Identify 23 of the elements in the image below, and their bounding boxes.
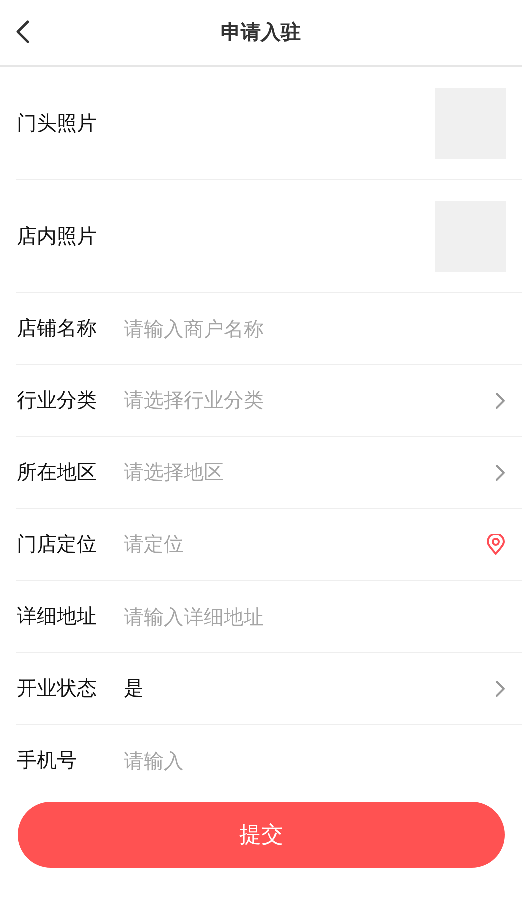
field-label: 门头照片 (17, 110, 98, 136)
input-field[interactable]: 请输入详细地址 (124, 604, 506, 628)
field-label: 详细地址 (17, 603, 98, 630)
field-label: 开业状态 (17, 675, 98, 702)
select-field[interactable]: 请选择行业分类 (124, 387, 495, 414)
chevron-right-icon (495, 392, 506, 410)
field-label: 所在地区 (17, 459, 98, 486)
field-label: 行业分类 (17, 387, 98, 414)
back-button[interactable] (14, 18, 32, 46)
chevron-right-icon (495, 680, 506, 698)
select-field[interactable]: 是 (124, 675, 495, 702)
location-pin-icon[interactable] (486, 534, 506, 556)
select-field[interactable]: 请选择地区 (124, 459, 495, 486)
field-label: 店内照片 (17, 222, 98, 250)
field-label: 手机号 (17, 747, 78, 774)
submit-button[interactable]: 提交 (18, 802, 505, 868)
input-field[interactable]: 请输入商户名称 (124, 316, 506, 340)
input-field[interactable]: 请输入 (124, 748, 506, 772)
field-label: 店铺名称 (17, 315, 98, 342)
page-title: 申请入驻 (221, 19, 301, 46)
chevron-right-icon (495, 464, 506, 482)
field-label: 门店定位 (17, 531, 98, 558)
location-field[interactable]: 请定位 (124, 531, 486, 558)
